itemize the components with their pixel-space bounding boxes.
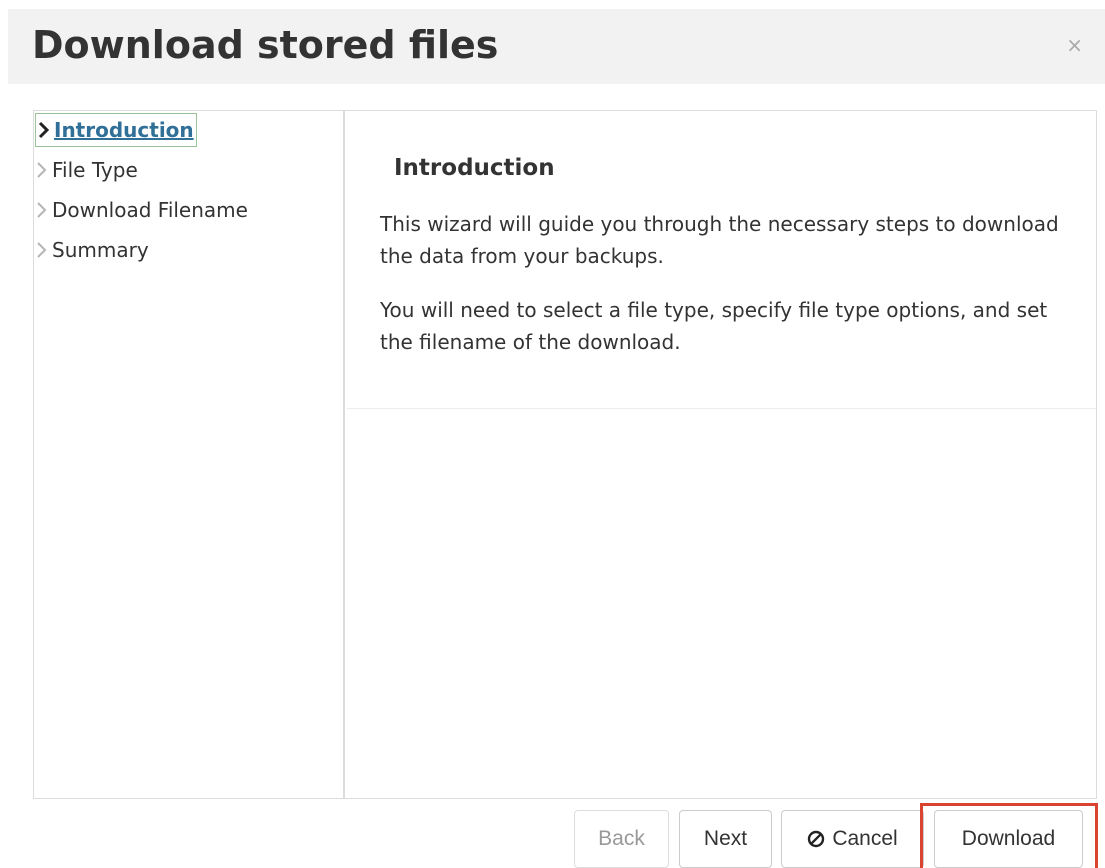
step-introduction[interactable]: Introduction (35, 113, 197, 147)
step-summary[interactable]: Summary (34, 233, 149, 267)
step-label: File Type (52, 158, 138, 182)
download-stored-files-dialog: Download stored files × Introduction Fil… (0, 0, 1105, 868)
download-button-highlight (920, 803, 1098, 868)
next-button[interactable]: Next (679, 810, 772, 868)
close-icon[interactable]: × (1066, 35, 1083, 55)
chevron-right-icon (34, 240, 50, 260)
content-title: Introduction (394, 155, 555, 181)
cancel-button-label: Cancel (832, 827, 898, 850)
wizard-content: Introduction This wizard will guide you … (347, 111, 1096, 409)
dialog-header: Download stored files × (8, 9, 1105, 84)
chevron-right-icon (36, 120, 52, 140)
step-label: Introduction (54, 118, 194, 142)
step-download-filename[interactable]: Download Filename (34, 193, 248, 227)
content-paragraph: This wizard will guide you through the n… (380, 212, 1059, 268)
ban-icon (807, 830, 825, 848)
step-file-type[interactable]: File Type (34, 153, 138, 187)
cancel-button[interactable]: Cancel (781, 810, 924, 868)
back-button[interactable]: Back (574, 810, 669, 868)
content-paragraph: You will need to select a file type, spe… (380, 298, 1048, 354)
wizard-steps-nav: Introduction File Type Download Filename… (34, 111, 345, 798)
wizard-panel: Introduction File Type Download Filename… (33, 110, 1097, 799)
chevron-right-icon (34, 200, 50, 220)
chevron-right-icon (34, 160, 50, 180)
step-label: Download Filename (52, 198, 248, 222)
dialog-title: Download stored files (32, 23, 499, 67)
step-label: Summary (52, 238, 149, 262)
